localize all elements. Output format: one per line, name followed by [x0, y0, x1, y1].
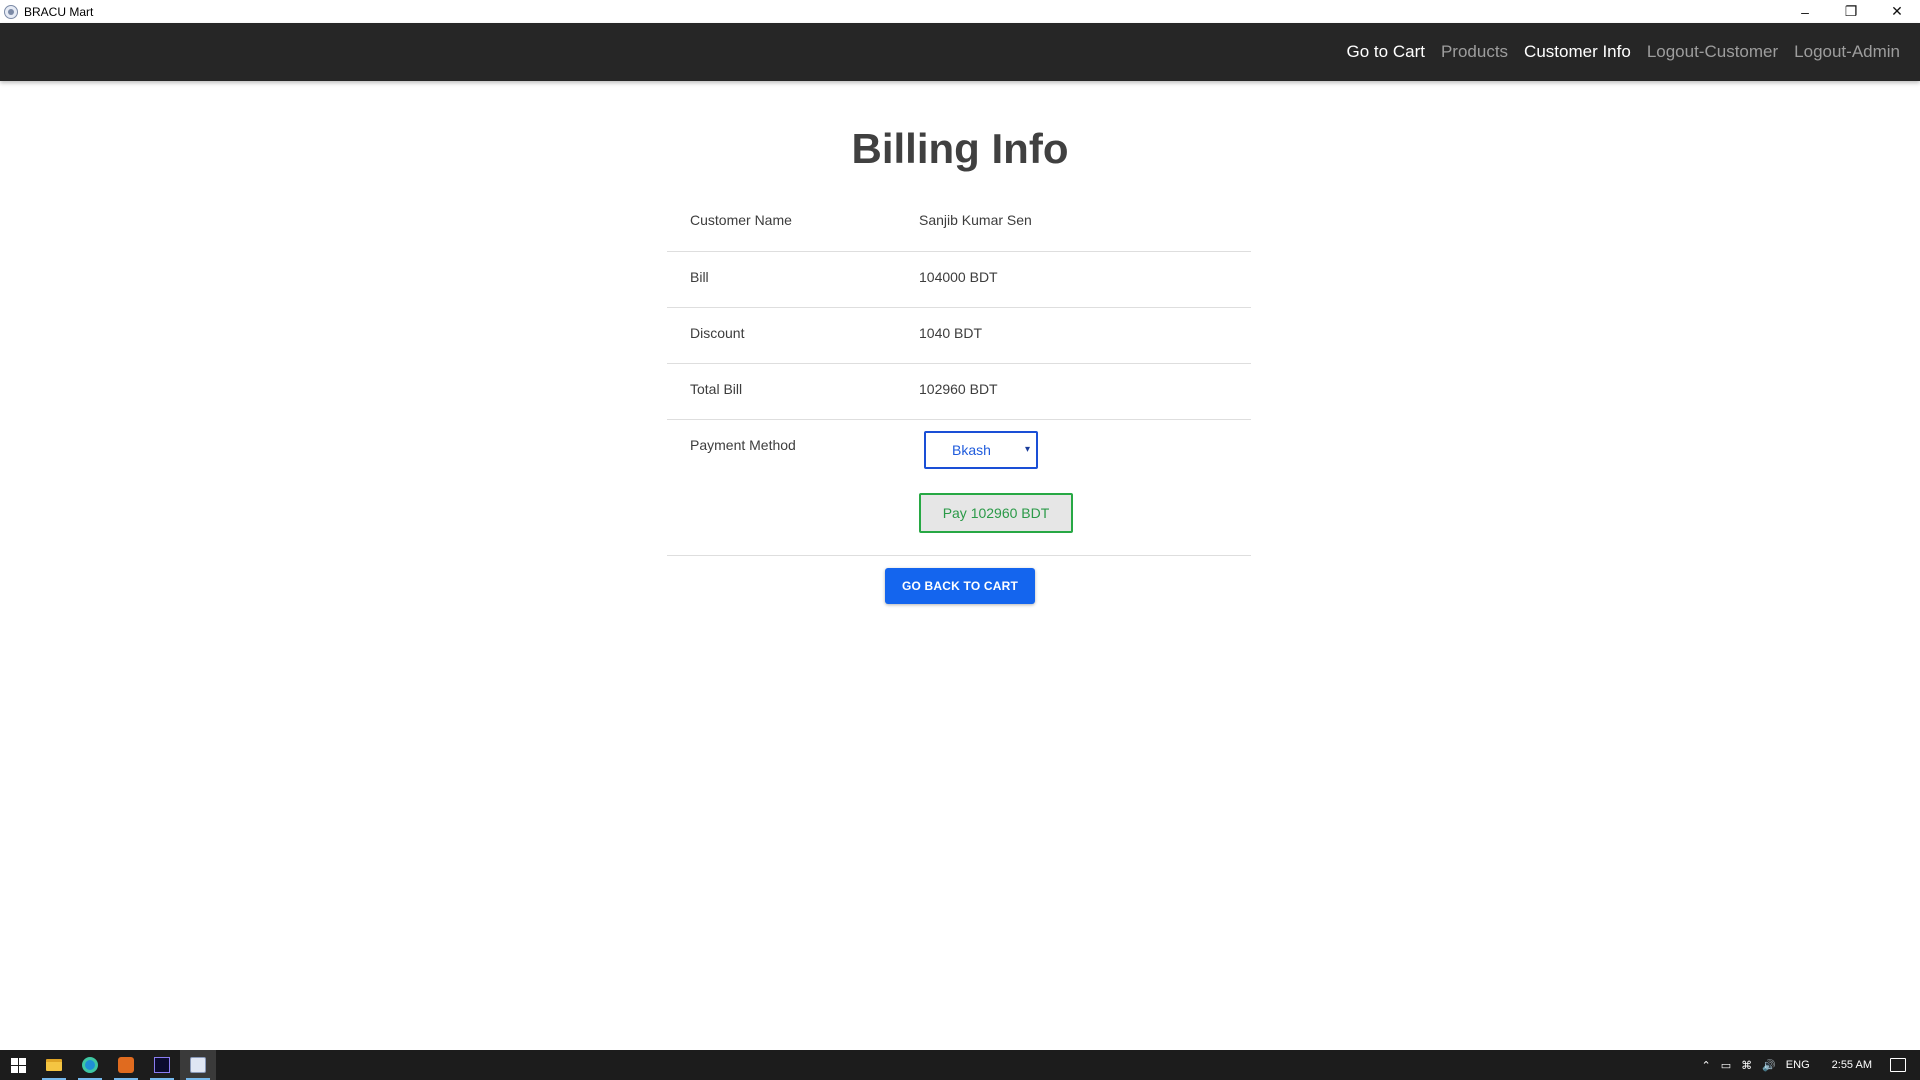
- language-indicator[interactable]: ENG: [1786, 1059, 1810, 1071]
- nav-customer-info[interactable]: Customer Info: [1524, 42, 1631, 62]
- bracu-mart-icon: [190, 1057, 206, 1073]
- main-content: Billing Info Customer Name Sanjib Kumar …: [0, 81, 1920, 1050]
- taskbar-edge[interactable]: [72, 1050, 108, 1080]
- top-navbar: Go to Cart Products Customer Info Logout…: [0, 23, 1920, 81]
- battery-icon[interactable]: ▭: [1721, 1059, 1731, 1072]
- nav-logout-admin[interactable]: Logout-Admin: [1794, 42, 1900, 62]
- discount-label: Discount: [667, 307, 919, 364]
- bill-label: Bill: [667, 251, 919, 308]
- total-bill-value: 102960 BDT: [919, 363, 1251, 420]
- nav-logout-customer[interactable]: Logout-Customer: [1647, 42, 1778, 62]
- xampp-icon: [118, 1057, 134, 1073]
- window-controls: – ❐ ✕: [1782, 0, 1920, 23]
- file-explorer-icon: [46, 1059, 62, 1071]
- pay-button[interactable]: Pay 102960 BDT: [919, 492, 1073, 533]
- windows-taskbar: ⌃ ▭ ⌘ 🔊 ENG 2:55 AM: [0, 1050, 1920, 1080]
- payment-method-select[interactable]: Bkash ▾: [924, 430, 1038, 469]
- wifi-icon[interactable]: ⌘: [1741, 1059, 1752, 1072]
- bill-value: 104000 BDT: [919, 251, 1251, 308]
- payment-method-selected: Bkash: [952, 441, 991, 458]
- taskbar-xampp[interactable]: [108, 1050, 144, 1080]
- close-icon[interactable]: ✕: [1874, 0, 1920, 23]
- clock[interactable]: 2:55 AM: [1832, 1059, 1872, 1071]
- table-row: Total Bill 102960 BDT: [667, 363, 1251, 420]
- system-tray: ⌃ ▭ ⌘ 🔊 ENG 2:55 AM: [1691, 1050, 1920, 1080]
- table-row: Bill 104000 BDT: [667, 251, 1251, 308]
- customer-name-value: Sanjib Kumar Sen: [919, 195, 1251, 252]
- payment-method-label: Payment Method: [667, 419, 919, 556]
- window-title: BRACU Mart: [24, 4, 94, 19]
- nav-go-to-cart[interactable]: Go to Cart: [1347, 42, 1425, 62]
- customer-name-label: Customer Name: [667, 195, 919, 252]
- taskbar-file-explorer[interactable]: [36, 1050, 72, 1080]
- edge-browser-icon: [82, 1057, 98, 1073]
- notification-icon[interactable]: [1890, 1058, 1906, 1072]
- restore-icon[interactable]: ❐: [1828, 0, 1874, 23]
- billing-table: Customer Name Sanjib Kumar Sen Bill 1040…: [667, 195, 1251, 556]
- payment-method-cell: Bkash ▾ Pay 102960 BDT: [919, 419, 1251, 556]
- page-title: Billing Info: [851, 125, 1069, 172]
- windows-logo-icon: [10, 1057, 26, 1073]
- app-logo-icon: [4, 4, 18, 19]
- discount-value: 1040 BDT: [919, 307, 1251, 364]
- table-row: Discount 1040 BDT: [667, 307, 1251, 364]
- go-back-to-cart-button[interactable]: GO BACK TO CART: [885, 568, 1035, 604]
- table-row: Customer Name Sanjib Kumar Sen: [667, 195, 1251, 252]
- nav-products[interactable]: Products: [1441, 42, 1508, 62]
- tray-chevron-icon[interactable]: ⌃: [1701, 1059, 1710, 1072]
- minimize-icon[interactable]: –: [1782, 0, 1828, 23]
- volume-icon[interactable]: 🔊: [1762, 1059, 1776, 1072]
- taskbar-bracu-mart[interactable]: [180, 1050, 216, 1080]
- table-row: Payment Method Bkash ▾ Pay 102960 BDT: [667, 419, 1251, 556]
- chevron-down-icon: ▾: [1024, 443, 1030, 455]
- window-titlebar: BRACU Mart – ❐ ✕: [0, 0, 1920, 23]
- nav-links: Go to Cart Products Customer Info Logout…: [1331, 23, 1900, 81]
- start-button[interactable]: [0, 1050, 36, 1080]
- taskbar-phpstorm[interactable]: [144, 1050, 180, 1080]
- phpstorm-icon: [154, 1057, 170, 1073]
- total-bill-label: Total Bill: [667, 363, 919, 420]
